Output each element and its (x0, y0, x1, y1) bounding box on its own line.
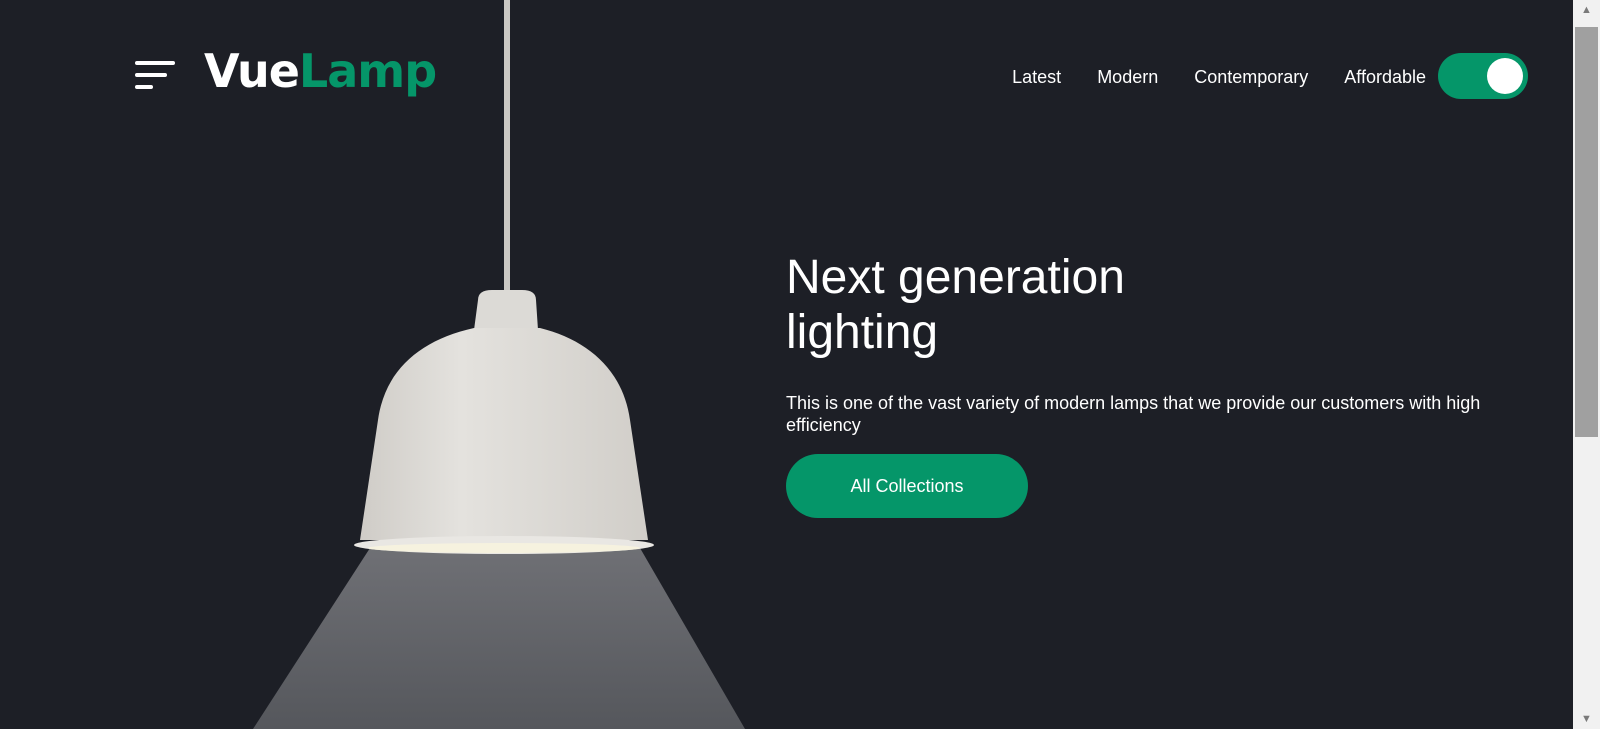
scroll-up-icon[interactable]: ▲ (1573, 0, 1600, 20)
lamp-shade (360, 328, 648, 540)
nav-link-affordable[interactable]: Affordable (1344, 66, 1426, 88)
main-nav: Latest Modern Contemporary Affordable (1012, 66, 1426, 88)
hero-description: This is one of the vast variety of moder… (786, 393, 1481, 435)
light-beam (253, 548, 745, 729)
logo-text-lamp: Lamp (298, 44, 437, 98)
logo-text-vue: Vue (204, 44, 300, 98)
scroll-down-icon[interactable]: ▼ (1573, 709, 1600, 729)
hero-title: Next generation lighting (786, 250, 1306, 360)
hero-title-line1: Next generation (786, 251, 1125, 304)
all-collections-button[interactable]: All Collections (786, 454, 1028, 518)
vertical-scrollbar[interactable]: ▲ ▼ (1573, 0, 1600, 729)
lamp-cord (504, 0, 510, 296)
logo[interactable]: VueLamp (204, 48, 437, 94)
pendant-lamp-image (253, 0, 745, 729)
nav-link-modern[interactable]: Modern (1097, 66, 1158, 88)
nav-link-latest[interactable]: Latest (1012, 66, 1061, 88)
hero-title-line2: lighting (786, 306, 939, 359)
nav-link-contemporary[interactable]: Contemporary (1194, 66, 1308, 88)
theme-toggle[interactable] (1438, 53, 1528, 99)
hamburger-menu-icon[interactable] (135, 61, 175, 91)
scrollbar-thumb[interactable] (1575, 27, 1598, 437)
landing-page: VueLamp Latest Modern Contemporary Affor… (0, 0, 1600, 729)
toggle-knob (1487, 58, 1523, 94)
